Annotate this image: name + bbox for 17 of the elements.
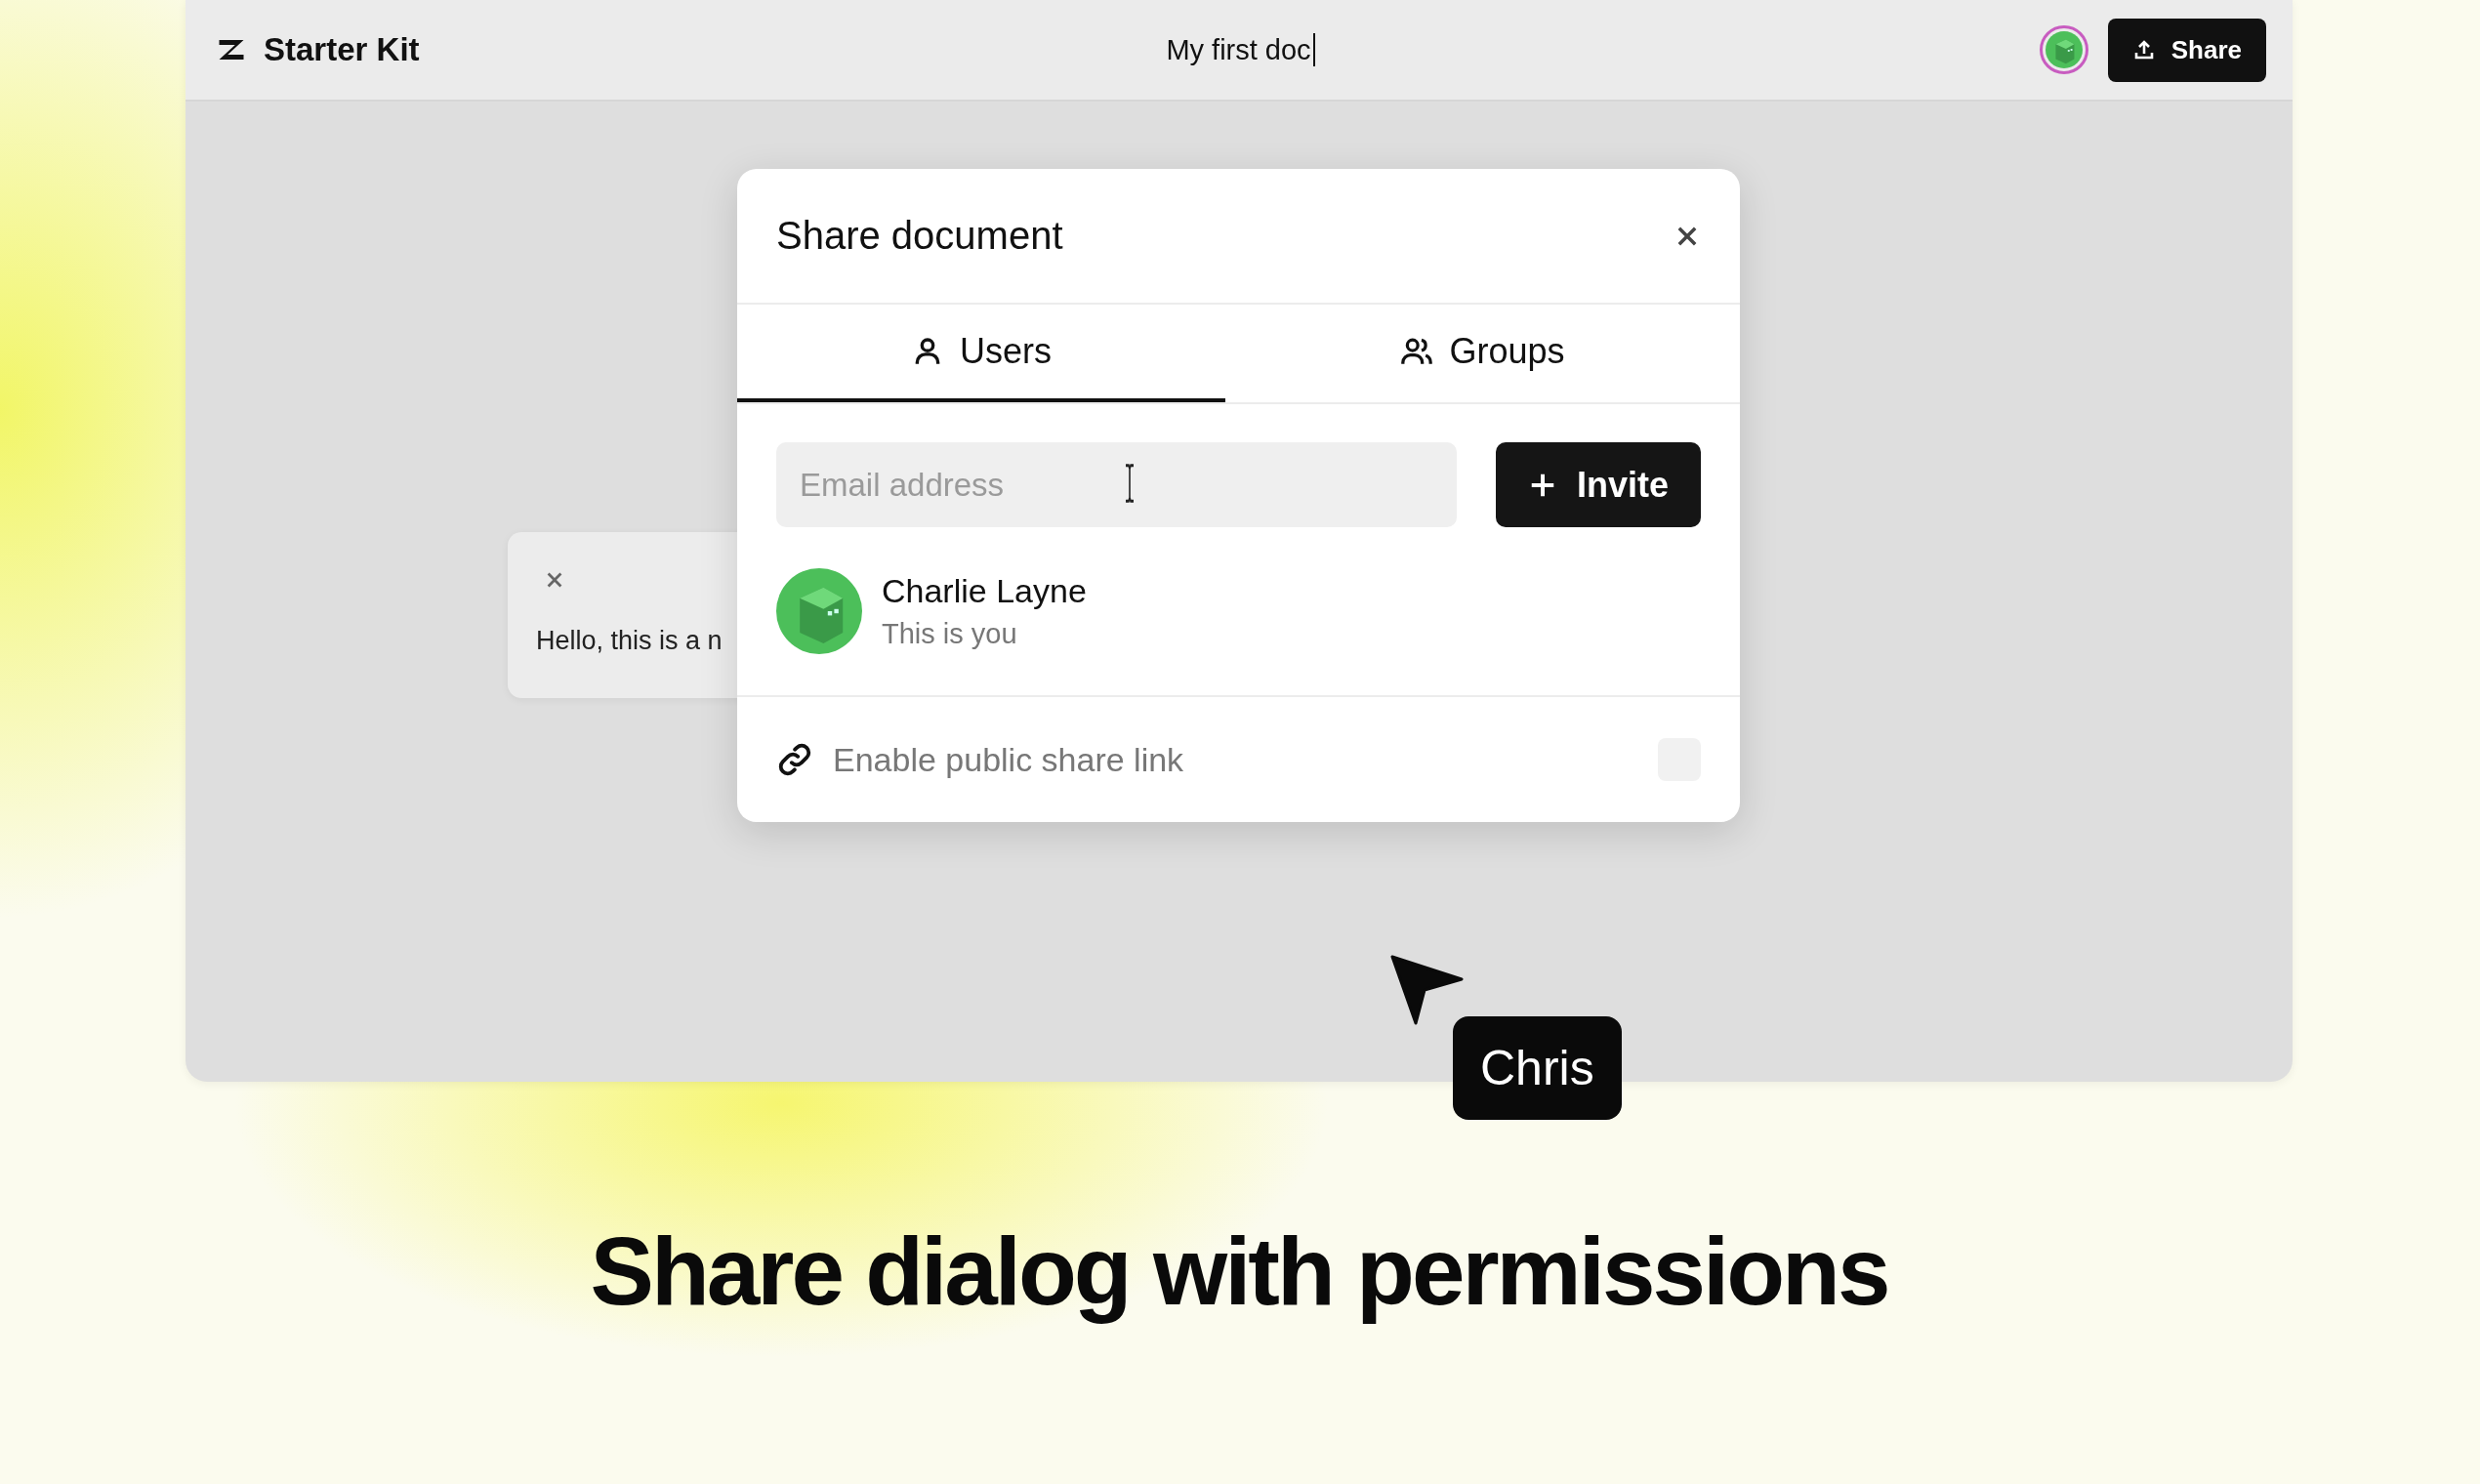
public-link-label: Enable public share link — [833, 740, 1185, 779]
tab[interactable]: Users — [737, 305, 1225, 402]
brand-name: Starter Kit — [264, 31, 420, 68]
link-icon — [776, 741, 813, 778]
caption: Share dialog with permissions — [589, 1216, 1889, 1327]
pointer-icon — [1390, 955, 1465, 1027]
dialog-title: Share document — [776, 214, 1063, 258]
share-button[interactable]: Share — [2107, 18, 2266, 82]
avatar — [2045, 31, 2083, 68]
email-field[interactable]: Email address — [776, 442, 1457, 527]
member-name: Charlie Layne — [882, 572, 1087, 610]
tab[interactable]: Groups — [1225, 305, 1740, 402]
document-title[interactable]: My first doc — [1166, 33, 1315, 66]
collaborator-label: Chris — [1453, 1016, 1622, 1120]
invite-button[interactable]: Invite — [1496, 442, 1701, 527]
comment-text: Hello, this is a n — [536, 626, 723, 656]
member-note: This is you — [882, 618, 1018, 650]
